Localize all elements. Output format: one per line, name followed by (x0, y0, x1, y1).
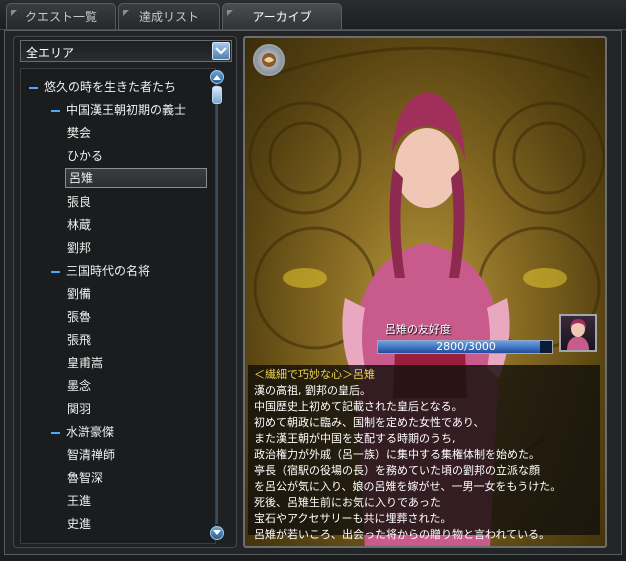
tree-item[interactable]: 張魯 (67, 307, 91, 327)
description-line: 政治権力が外戚（呂一族）に集中する集権体制を始めた。 (254, 448, 540, 461)
emblem-icon (253, 44, 285, 76)
tree-item[interactable]: 張飛 (67, 330, 91, 350)
tab-label: クエスト一覧 (24, 10, 97, 24)
character-portrait-thumbnail[interactable] (559, 314, 597, 352)
tab-bar: クエスト一覧 達成リスト アーカイブ (0, 0, 626, 30)
description-line: 中国歴史上初めて記載された皇后となる。 (254, 400, 463, 413)
tab-corner-icon (11, 10, 17, 16)
tree-scrollbar[interactable] (210, 70, 224, 540)
tree-group-label: 悠久の時を生きた者たち (44, 80, 177, 94)
portrait-image (567, 319, 589, 350)
description-title: ＜繊細で巧妙な心＞呂雉 (254, 368, 375, 381)
tree-item[interactable]: 魯智深 (67, 468, 103, 488)
tree-item[interactable]: 関羽 (67, 399, 91, 419)
collapse-dash-icon[interactable] (51, 270, 60, 273)
tab-corner-icon (227, 10, 233, 16)
scroll-down-icon[interactable] (210, 526, 224, 540)
tree-item-label: 劉備 (67, 287, 92, 301)
description-line: 亭長（宿駅の役場の長）を務めていた頃の劉邦の立派な顔 (254, 464, 540, 477)
tree-item[interactable]: 智清禅師 (67, 445, 115, 465)
scrollbar-thumb[interactable] (212, 86, 222, 104)
description-line: また漢王朝が中国を支配する時期のうち, (254, 432, 456, 445)
tree-subgroup[interactable]: 水滸豪傑 (51, 422, 114, 442)
tree-item-label: 劉邦 (67, 241, 92, 255)
collapse-dash-icon[interactable] (51, 109, 60, 112)
description-line: 宝石やアクセサリーも共に埋葬された。 (254, 512, 452, 525)
affinity-bar: 2800/3000 (377, 340, 553, 354)
description-line: 初めて朝政に臨み、国制を定めた女性であり、 (254, 416, 485, 429)
tree-item[interactable]: 史進 (67, 514, 91, 534)
tree-item[interactable]: 劉邦 (67, 238, 91, 258)
tree-item[interactable]: ひかる (67, 146, 103, 166)
tree-item-label: 呂雉 (69, 171, 94, 185)
tree-subgroup-label: 中国漢王朝初期の義士 (66, 103, 187, 117)
scroll-up-icon[interactable] (210, 70, 224, 84)
tree-item-label: 史進 (67, 517, 92, 531)
affinity-label: 呂雉の友好度 (385, 323, 451, 336)
tab-quest-list[interactable]: クエスト一覧 (6, 3, 116, 29)
area-select-value: 全エリア (26, 46, 75, 60)
tree-item-label: 林蔵 (67, 218, 92, 232)
tab-archive[interactable]: アーカイブ (222, 3, 342, 29)
character-description: ＜繊細で巧妙な心＞呂雉 漢の高祖, 劉邦の皇后。 中国歴史上初めて記載された皇后… (248, 365, 600, 541)
affinity-value: 2800/3000 (436, 340, 496, 353)
tree-item-selected[interactable]: 呂雉 (65, 168, 207, 188)
tree-subgroup-label: 水滸豪傑 (66, 425, 115, 439)
tree-group[interactable]: 悠久の時を生きた者たち (29, 77, 176, 97)
scrollbar-track[interactable] (216, 84, 218, 524)
tree-item[interactable]: 皇甫嵩 (67, 353, 103, 373)
tree-item-label: 関羽 (67, 402, 92, 416)
tree-subgroup-label: 三国時代の名将 (66, 264, 151, 278)
tab-label: アーカイブ (252, 10, 312, 24)
tree-item-label: ひかる (67, 149, 104, 163)
description-line: 呂雉が若いころ、出会った将からの贈り物と言われている。 (254, 528, 551, 541)
tree-item-label: 樊会 (67, 126, 92, 140)
tree-item[interactable]: 張良 (67, 192, 91, 212)
archive-tree: 悠久の時を生きた者たち 中国漢王朝初期の義士 樊会 ひかる 呂雉 張良 林蔵 劉… (20, 68, 216, 544)
tree-item-label: 張良 (67, 195, 92, 209)
tree-subgroup[interactable]: 三国時代の名将 (51, 261, 150, 281)
tree-item-label: 皇甫嵩 (67, 356, 104, 370)
tree-subgroup[interactable]: 中国漢王朝初期の義士 (51, 100, 186, 120)
tree-item-label: 智清禅師 (67, 448, 116, 462)
description-line: を呂公が気に入り、娘の呂雉を嫁がせ、一男一女をもうけた。 (254, 480, 562, 493)
tree-item[interactable]: 劉備 (67, 284, 91, 304)
description-line: 死後、呂雉生前にお気に入りであった (254, 496, 441, 509)
tree-item-label: 張飛 (67, 333, 92, 347)
area-select[interactable]: 全エリア (20, 40, 232, 62)
collapse-dash-icon[interactable] (51, 431, 60, 434)
collapse-dash-icon[interactable] (29, 86, 38, 89)
tab-corner-icon (123, 10, 129, 16)
tab-label: 達成リスト (138, 10, 199, 24)
tree-item[interactable]: 樊会 (67, 123, 91, 143)
tree-item[interactable]: 墨念 (67, 376, 91, 396)
tree-item[interactable]: 王進 (67, 491, 91, 511)
tab-achievement-list[interactable]: 達成リスト (118, 3, 220, 29)
tree-item[interactable]: 林蔵 (67, 215, 91, 235)
tree-item-label: 墨念 (67, 379, 92, 393)
tree-item-label: 王進 (67, 494, 92, 508)
chevron-down-icon[interactable] (212, 42, 230, 60)
tree-item-label: 張魯 (67, 310, 92, 324)
tree-item-label: 魯智深 (67, 471, 104, 485)
description-line: 漢の高祖, 劉邦の皇后。 (254, 384, 371, 397)
